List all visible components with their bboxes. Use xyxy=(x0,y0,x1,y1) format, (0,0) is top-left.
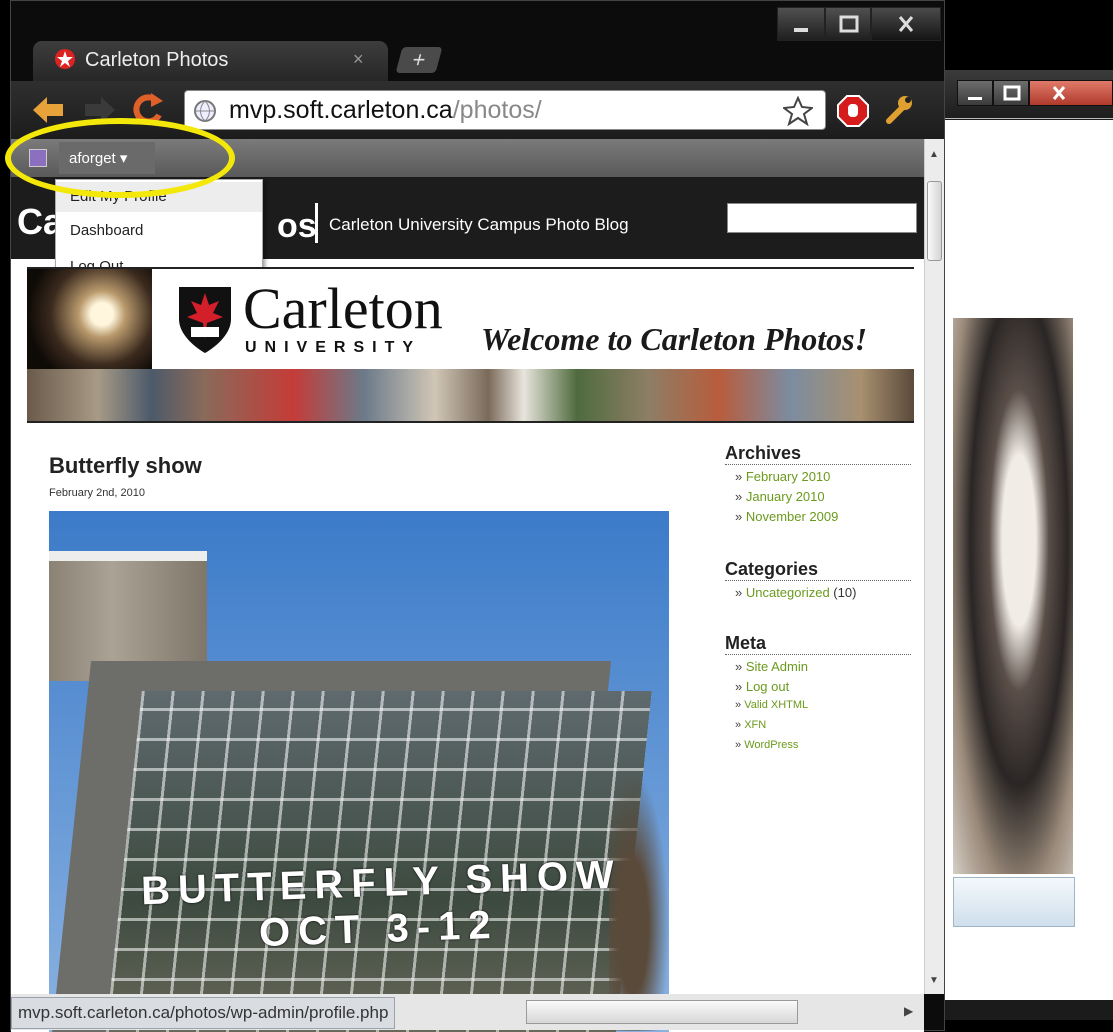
categories-heading: Categories xyxy=(725,559,911,581)
meta-label: Site Admin xyxy=(745,659,808,674)
archive-label: February 2010 xyxy=(745,469,831,484)
background-window-titlebar xyxy=(945,70,1113,120)
scroll-right-arrow-icon[interactable]: ▶ xyxy=(904,1004,913,1018)
new-tab-button[interactable]: + xyxy=(395,47,443,73)
background-window-bottom xyxy=(945,1000,1113,1020)
close-window-button[interactable] xyxy=(871,7,941,41)
archives-heading: Archives xyxy=(725,443,911,465)
archive-label: November 2009 xyxy=(745,509,839,524)
meta-label: Log out xyxy=(745,679,790,694)
meta-label: XFN xyxy=(744,719,767,731)
bullet: » xyxy=(735,679,746,694)
campus-photo-strip xyxy=(27,369,914,421)
meta-label: Valid XHTML xyxy=(744,699,809,711)
bullet: » xyxy=(735,659,746,674)
archive-label: January 2010 xyxy=(745,489,825,504)
scroll-down-arrow-icon[interactable]: ▼ xyxy=(929,975,939,986)
welcome-text: Welcome to Carleton Photos! xyxy=(481,321,868,357)
background-close-button[interactable] xyxy=(1029,80,1113,106)
tab-close-icon[interactable]: × xyxy=(353,49,364,70)
archive-link-feb-2010[interactable]: » February 2010 xyxy=(735,469,830,484)
scroll-up-arrow-icon[interactable]: ▲ xyxy=(929,149,939,160)
wrench-icon[interactable] xyxy=(881,93,915,132)
university-wordmark: UNIVERSITY xyxy=(245,339,422,356)
background-minimize-button[interactable] xyxy=(957,80,993,106)
butterfly-show-photo[interactable]: BUTTERFLY SHOW OCT 3-12 xyxy=(49,511,669,1032)
url-path: /photos/ xyxy=(452,96,542,124)
bullet: » xyxy=(735,719,745,731)
meta-link-site-admin[interactable]: » Site Admin xyxy=(735,659,808,674)
category-label: Uncategorized xyxy=(745,585,830,600)
url-host: mvp.soft.carleton.ca xyxy=(229,96,453,124)
sign-text-line2: OCT 3-12 xyxy=(258,902,500,956)
photo-caption-bar xyxy=(953,877,1075,927)
highlight-annotation-ellipse xyxy=(5,118,235,198)
bookmark-star-icon[interactable] xyxy=(781,95,815,131)
background-divider xyxy=(945,118,1113,119)
bullet: » xyxy=(735,739,745,751)
blog-title-right[interactable]: os xyxy=(277,207,317,246)
blog-tagline: Carleton University Campus Photo Blog xyxy=(329,215,629,234)
address-bar[interactable]: mvp.soft.carleton.ca/photos/ xyxy=(184,90,826,130)
carleton-wordmark: Carleton xyxy=(243,276,443,341)
tab-carleton-photos[interactable]: Carleton Photos × xyxy=(33,41,388,83)
meta-heading: Meta xyxy=(725,633,911,655)
camera-lens-image xyxy=(27,269,152,369)
menu-item-dashboard[interactable]: Dashboard xyxy=(70,222,143,239)
carleton-shield-icon xyxy=(177,283,233,360)
background-maximize-button[interactable] xyxy=(993,80,1029,106)
category-link-uncategorized[interactable]: » Uncategorized (10) xyxy=(735,585,856,600)
post-title[interactable]: Butterfly show xyxy=(49,453,202,479)
archive-link-nov-2009[interactable]: » November 2009 xyxy=(735,509,838,524)
bullet: » xyxy=(735,469,746,484)
carleton-favicon-icon xyxy=(53,47,77,76)
vertical-scroll-thumb[interactable] xyxy=(927,181,942,261)
archive-link-jan-2010[interactable]: » January 2010 xyxy=(735,489,825,504)
post-date: February 2nd, 2010 xyxy=(49,487,146,499)
meta-link-log-out[interactable]: » Log out xyxy=(735,679,789,694)
maximize-button[interactable] xyxy=(825,7,871,41)
minimize-button[interactable] xyxy=(777,7,825,41)
title-divider xyxy=(315,203,318,243)
background-window-content xyxy=(945,120,1113,1020)
bare-tree xyxy=(609,771,669,1031)
meta-label: WordPress xyxy=(744,739,799,751)
stop-extension-icon[interactable] xyxy=(837,95,869,132)
meta-link-valid-xhtml[interactable]: » Valid XHTML xyxy=(735,699,808,711)
bullet: » xyxy=(735,489,746,504)
background-window xyxy=(945,70,1113,1020)
carleton-banner: Carleton UNIVERSITY Welcome to Carleton … xyxy=(27,267,914,423)
bullet: » xyxy=(735,509,746,524)
meta-link-xfn[interactable]: » XFN xyxy=(735,719,766,731)
meta-link-wordpress[interactable]: » WordPress xyxy=(735,739,798,751)
status-bar-url: mvp.soft.carleton.ca/photos/wp-admin/pro… xyxy=(11,997,396,1029)
tab-title: Carleton Photos xyxy=(85,49,229,71)
search-input[interactable] xyxy=(727,203,917,233)
page-viewport: aforget ▾ Ca os Carleton University Camp… xyxy=(11,139,924,1032)
url-text: mvp.soft.carleton.ca/photos/ xyxy=(229,96,542,125)
kitten-photo xyxy=(953,318,1073,874)
bullet: » xyxy=(735,699,745,711)
vertical-scrollbar[interactable]: ▲ ▼ xyxy=(924,139,944,994)
category-count: (10) xyxy=(833,585,857,600)
horizontal-scroll-thumb[interactable] xyxy=(526,1000,798,1024)
globe-icon xyxy=(193,99,217,128)
bullet: » xyxy=(735,585,746,600)
